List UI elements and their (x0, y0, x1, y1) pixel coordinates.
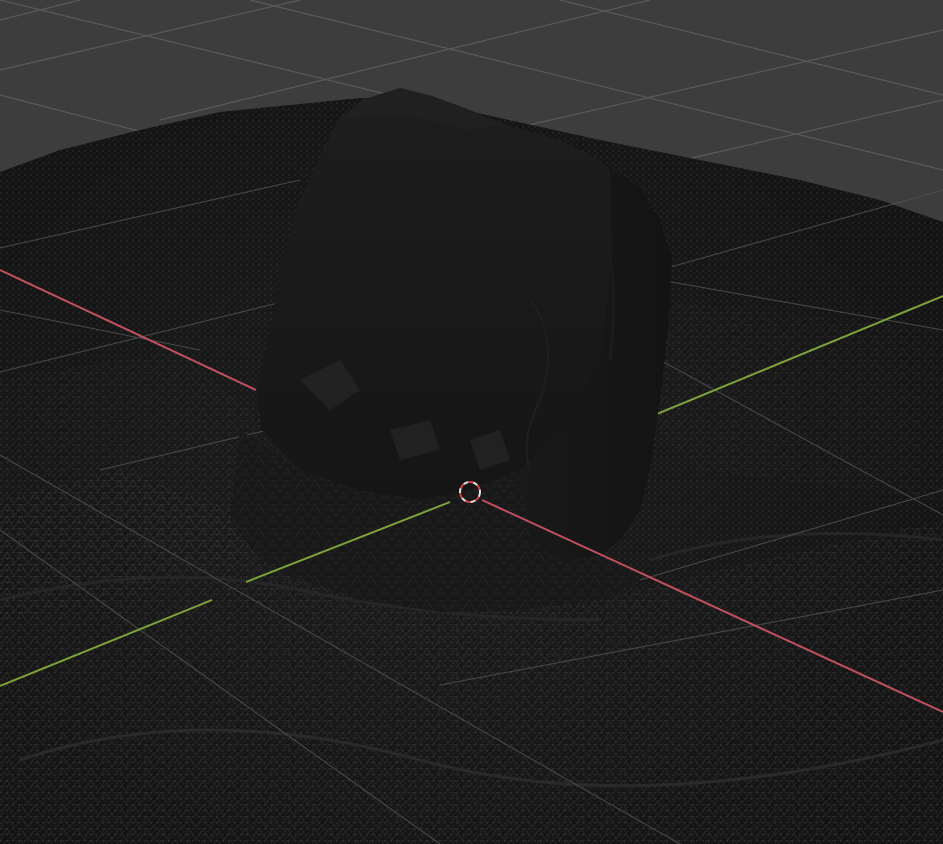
3d-viewport[interactable] (0, 0, 943, 844)
